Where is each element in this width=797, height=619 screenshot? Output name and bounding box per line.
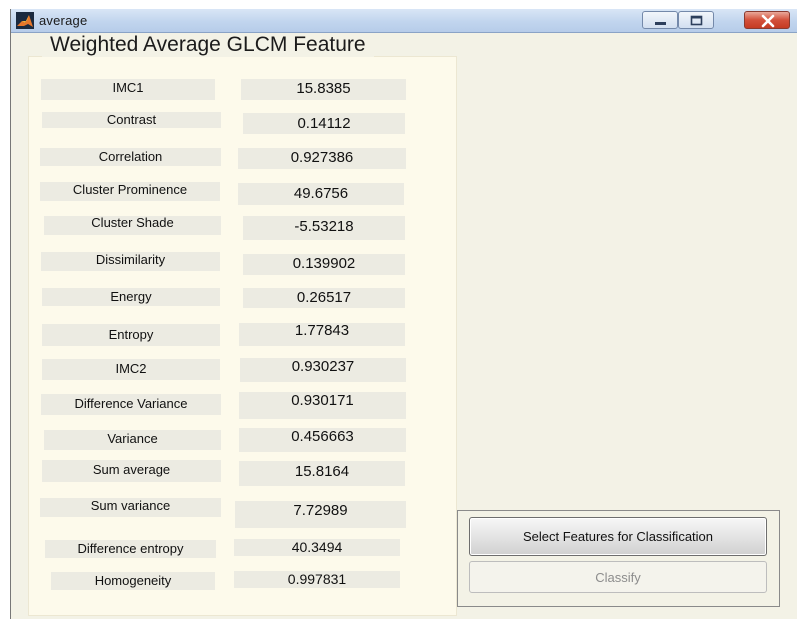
title-bar[interactable]: average xyxy=(11,9,797,33)
feature-label-variance: Variance xyxy=(44,430,221,450)
window-title: average xyxy=(39,13,88,28)
feature-value-energy: 0.26517 xyxy=(243,288,405,308)
feature-value-imc1: 15.8385 xyxy=(241,79,406,100)
feature-value-contrast: 0.14112 xyxy=(243,113,405,134)
matlab-icon xyxy=(16,12,34,29)
feature-label-contrast: Contrast xyxy=(42,112,221,128)
maximize-icon xyxy=(690,15,703,26)
feature-label-entropy: Entropy xyxy=(42,324,220,346)
feature-label-imc1: IMC1 xyxy=(41,79,215,100)
feature-label-imc2: IMC2 xyxy=(42,359,220,380)
feature-label-correlation: Correlation xyxy=(40,148,221,166)
feature-value-imc2: 0.930237 xyxy=(240,358,406,382)
feature-label-sum-average: Sum average xyxy=(42,460,221,482)
feature-value-difference-entropy: 40.3494 xyxy=(234,539,400,556)
feature-value-dissimilarity: 0.139902 xyxy=(243,254,405,275)
close-button[interactable] xyxy=(744,11,790,29)
feature-label-difference-variance: Difference Variance xyxy=(41,394,221,415)
panel-title: Weighted Average GLCM Feature xyxy=(42,33,374,57)
feature-label-cluster-shade: Cluster Shade xyxy=(44,216,221,235)
classify-button[interactable]: Classify xyxy=(469,561,767,593)
feature-label-difference-entropy: Difference entropy xyxy=(45,540,216,558)
feature-label-cluster-prominence: Cluster Prominence xyxy=(40,182,220,201)
feature-label-sum-variance: Sum variance xyxy=(40,498,221,517)
select-features-button[interactable]: Select Features for Classification xyxy=(469,517,767,556)
minimize-button[interactable] xyxy=(642,11,678,29)
feature-value-sum-average: 15.8164 xyxy=(239,461,405,486)
feature-value-cluster-shade: -5.53218 xyxy=(243,216,405,240)
feature-value-correlation: 0.927386 xyxy=(238,148,406,169)
maximize-button[interactable] xyxy=(678,11,714,29)
close-icon xyxy=(761,14,775,28)
feature-label-dissimilarity: Dissimilarity xyxy=(41,252,220,271)
minimize-icon xyxy=(655,22,666,25)
feature-value-sum-variance: 7.72989 xyxy=(235,501,406,528)
feature-value-variance: 0.456663 xyxy=(239,428,406,452)
feature-value-entropy: 1.77843 xyxy=(239,323,405,346)
feature-label-homogeneity: Homogeneity xyxy=(51,572,215,590)
feature-value-cluster-prominence: 49.6756 xyxy=(238,183,404,205)
feature-label-energy: Energy xyxy=(42,288,220,306)
feature-value-homogeneity: 0.997831 xyxy=(234,571,400,588)
feature-value-difference-variance: 0.930171 xyxy=(239,392,406,419)
